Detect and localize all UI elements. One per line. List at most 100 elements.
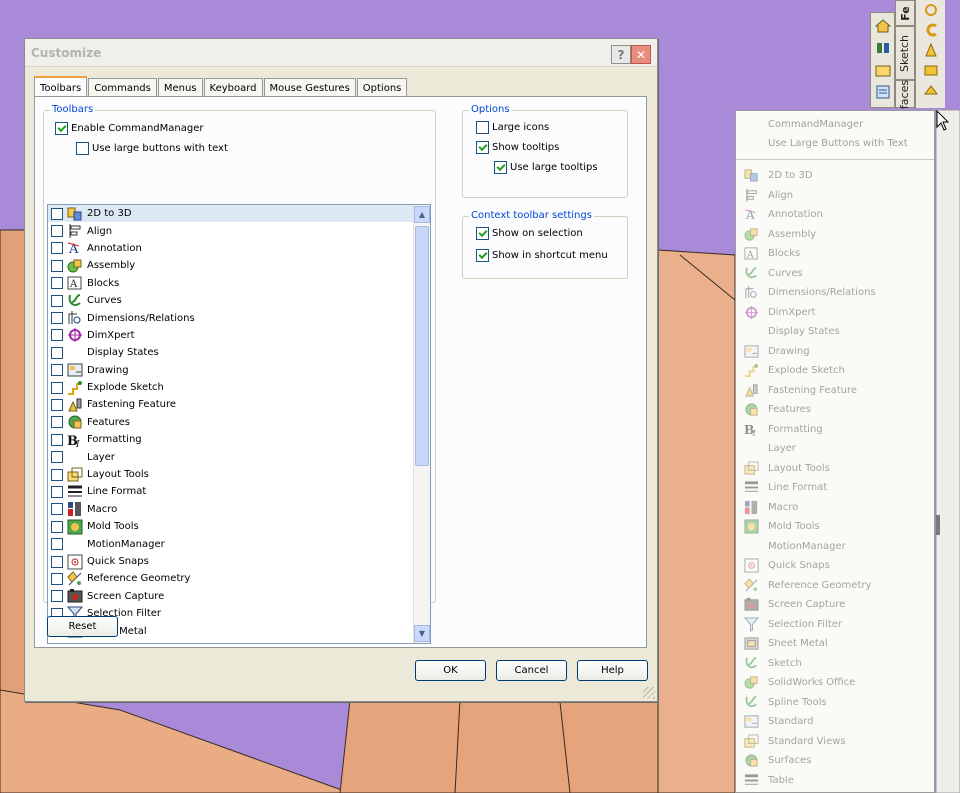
toolbar-checkbox[interactable] xyxy=(51,538,63,551)
toolbar-list-item[interactable]: Fastening Feature xyxy=(48,396,430,413)
toolbar-checkbox[interactable] xyxy=(51,277,63,290)
use-large-buttons-checkbox[interactable]: Use large buttons with text xyxy=(76,142,228,155)
context-menu-item[interactable]: Sketch xyxy=(736,654,934,674)
context-menu-item[interactable]: Table xyxy=(736,771,934,791)
toolbar-checkbox[interactable] xyxy=(51,364,63,377)
tab-commands[interactable]: Commands xyxy=(88,78,157,97)
resize-grip-icon[interactable] xyxy=(643,687,655,699)
checkbox-box[interactable] xyxy=(494,161,507,174)
context-menu-item[interactable]: A Annotation xyxy=(736,205,934,225)
tab-keyboard[interactable]: Keyboard xyxy=(203,78,263,97)
context-menu-item[interactable]: Drawing xyxy=(736,342,934,362)
tab-surfaces[interactable]: faces xyxy=(895,79,915,109)
toolbar-checkbox[interactable] xyxy=(51,381,63,394)
toolbar-checkbox[interactable] xyxy=(51,242,63,255)
context-menu-item[interactable]: Sheet Metal xyxy=(736,634,934,654)
toolbar-checkbox[interactable] xyxy=(51,520,63,533)
context-menu-item[interactable]: Surfaces xyxy=(736,751,934,771)
tool-icon-1[interactable] xyxy=(916,0,945,20)
toolbar-list-item[interactable]: Line Format xyxy=(48,483,430,500)
properties-icon[interactable] xyxy=(873,82,892,101)
dialog-titlebar[interactable]: Customize xyxy=(25,39,657,67)
tab-features[interactable]: Fe xyxy=(895,0,915,26)
large-icons-checkbox[interactable]: Large icons xyxy=(476,121,549,134)
toolbar-list-item[interactable]: MotionManager xyxy=(48,535,430,552)
checkbox-box[interactable] xyxy=(476,141,489,154)
context-menu-commandmanager[interactable]: CommandManager xyxy=(768,115,934,134)
close-button[interactable]: ✕ xyxy=(631,45,651,64)
tab-menus[interactable]: Menus xyxy=(157,78,203,97)
context-menu-item[interactable]: DimXpert xyxy=(736,303,934,323)
context-menu-large-buttons[interactable]: Use Large Buttons with Text xyxy=(768,134,934,153)
context-menu-item[interactable]: Macro xyxy=(736,498,934,518)
context-menu-item[interactable]: Mold Tools xyxy=(736,517,934,537)
context-menu-item[interactable]: B I Formatting xyxy=(736,420,934,440)
context-menu-item[interactable]: Spline Tools xyxy=(736,693,934,713)
tab-mouse-gestures[interactable]: Mouse Gestures xyxy=(263,78,356,97)
context-menu-item[interactable]: Reference Geometry xyxy=(736,576,934,596)
toolbar-list-item[interactable]: B I Formatting xyxy=(48,431,430,448)
toolbar-checkbox[interactable] xyxy=(51,312,63,325)
scroll-thumb[interactable] xyxy=(415,226,429,466)
context-menu-item[interactable]: 2D to 3D xyxy=(736,166,934,186)
ok-button[interactable]: OK xyxy=(415,660,486,681)
tool-icon-2[interactable] xyxy=(916,20,945,40)
context-menu-item[interactable]: Curves xyxy=(736,264,934,284)
toolbar-checkbox[interactable] xyxy=(51,259,63,272)
context-menu-item[interactable]: Fastening Feature xyxy=(736,381,934,401)
folder-icon[interactable] xyxy=(873,60,892,79)
context-menu-item[interactable]: Features xyxy=(736,400,934,420)
toolbar-checkbox[interactable] xyxy=(51,555,63,568)
tab-sketch[interactable]: Sketch xyxy=(895,26,915,80)
toolbar-checkbox[interactable] xyxy=(51,294,63,307)
show-tooltips-checkbox[interactable]: Show tooltips xyxy=(476,141,559,154)
toolbar-list-item[interactable]: A Blocks xyxy=(48,275,430,292)
show-on-selection-checkbox[interactable]: Show on selection xyxy=(476,227,583,240)
toolbar-list-item[interactable]: DimXpert xyxy=(48,327,430,344)
toolbar-checkbox[interactable] xyxy=(51,572,63,585)
tool-icon-5[interactable] xyxy=(916,80,945,100)
toolbar-checkbox[interactable] xyxy=(51,346,63,359)
toolbar-list-item[interactable]: Align xyxy=(48,222,430,239)
toolbar-checkbox[interactable] xyxy=(51,590,63,603)
toolbar-list-item[interactable]: Curves xyxy=(48,292,430,309)
scroll-up-button[interactable]: ▲ xyxy=(414,206,430,223)
context-menu-item[interactable]: Layer xyxy=(736,439,934,459)
toolbar-checkbox[interactable] xyxy=(51,207,63,220)
toolbar-checkbox[interactable] xyxy=(51,398,63,411)
vertical-scrollbar[interactable]: ▲ ▼ xyxy=(413,205,430,643)
toolbar-list-item[interactable]: Explode Sketch xyxy=(48,379,430,396)
context-menu-item[interactable]: Selection Filter xyxy=(736,615,934,635)
context-menu-item[interactable]: Assembly xyxy=(736,225,934,245)
toolbar-checkbox[interactable] xyxy=(51,329,63,342)
context-menu-item[interactable]: Standard xyxy=(736,712,934,732)
help-button[interactable]: Help xyxy=(577,660,648,681)
context-menu-item[interactable]: Standard Views xyxy=(736,732,934,752)
context-menu-item[interactable]: MotionManager xyxy=(736,537,934,557)
toolbar-list-item[interactable]: Reference Geometry xyxy=(48,570,430,587)
context-menu-item[interactable]: Screen Capture xyxy=(736,595,934,615)
tool-icon-4[interactable] xyxy=(916,60,945,80)
toolbar-checkbox[interactable] xyxy=(51,468,63,481)
show-in-shortcut-menu-checkbox[interactable]: Show in shortcut menu xyxy=(476,249,608,262)
checkbox-box[interactable] xyxy=(476,121,489,134)
toolbar-list-item[interactable]: Quick Snaps xyxy=(48,553,430,570)
toolbar-checkbox[interactable] xyxy=(51,416,63,429)
toolbar-list-item[interactable]: Drawing xyxy=(48,362,430,379)
context-menu-item[interactable]: Explode Sketch xyxy=(736,361,934,381)
toolbar-list-item[interactable]: Layout Tools xyxy=(48,466,430,483)
cancel-button[interactable]: Cancel xyxy=(496,660,567,681)
checkbox-box[interactable] xyxy=(55,122,68,135)
toolbar-list-item[interactable]: Screen Capture xyxy=(48,588,430,605)
context-menu-item[interactable]: Line Format xyxy=(736,478,934,498)
toolbar-list-item[interactable]: Assembly xyxy=(48,257,430,274)
scroll-down-button[interactable]: ▼ xyxy=(414,625,430,642)
checkbox-box[interactable] xyxy=(76,142,89,155)
tool-icon-3[interactable] xyxy=(916,40,945,60)
use-large-tooltips-checkbox[interactable]: Use large tooltips xyxy=(494,161,598,174)
context-menu-item[interactable]: Align xyxy=(736,186,934,206)
toolbar-checkbox[interactable] xyxy=(51,225,63,238)
toolbar-list-item[interactable]: Display States xyxy=(48,344,430,361)
toolbar-checkbox[interactable] xyxy=(51,433,63,446)
context-menu-item[interactable]: Display States xyxy=(736,322,934,342)
